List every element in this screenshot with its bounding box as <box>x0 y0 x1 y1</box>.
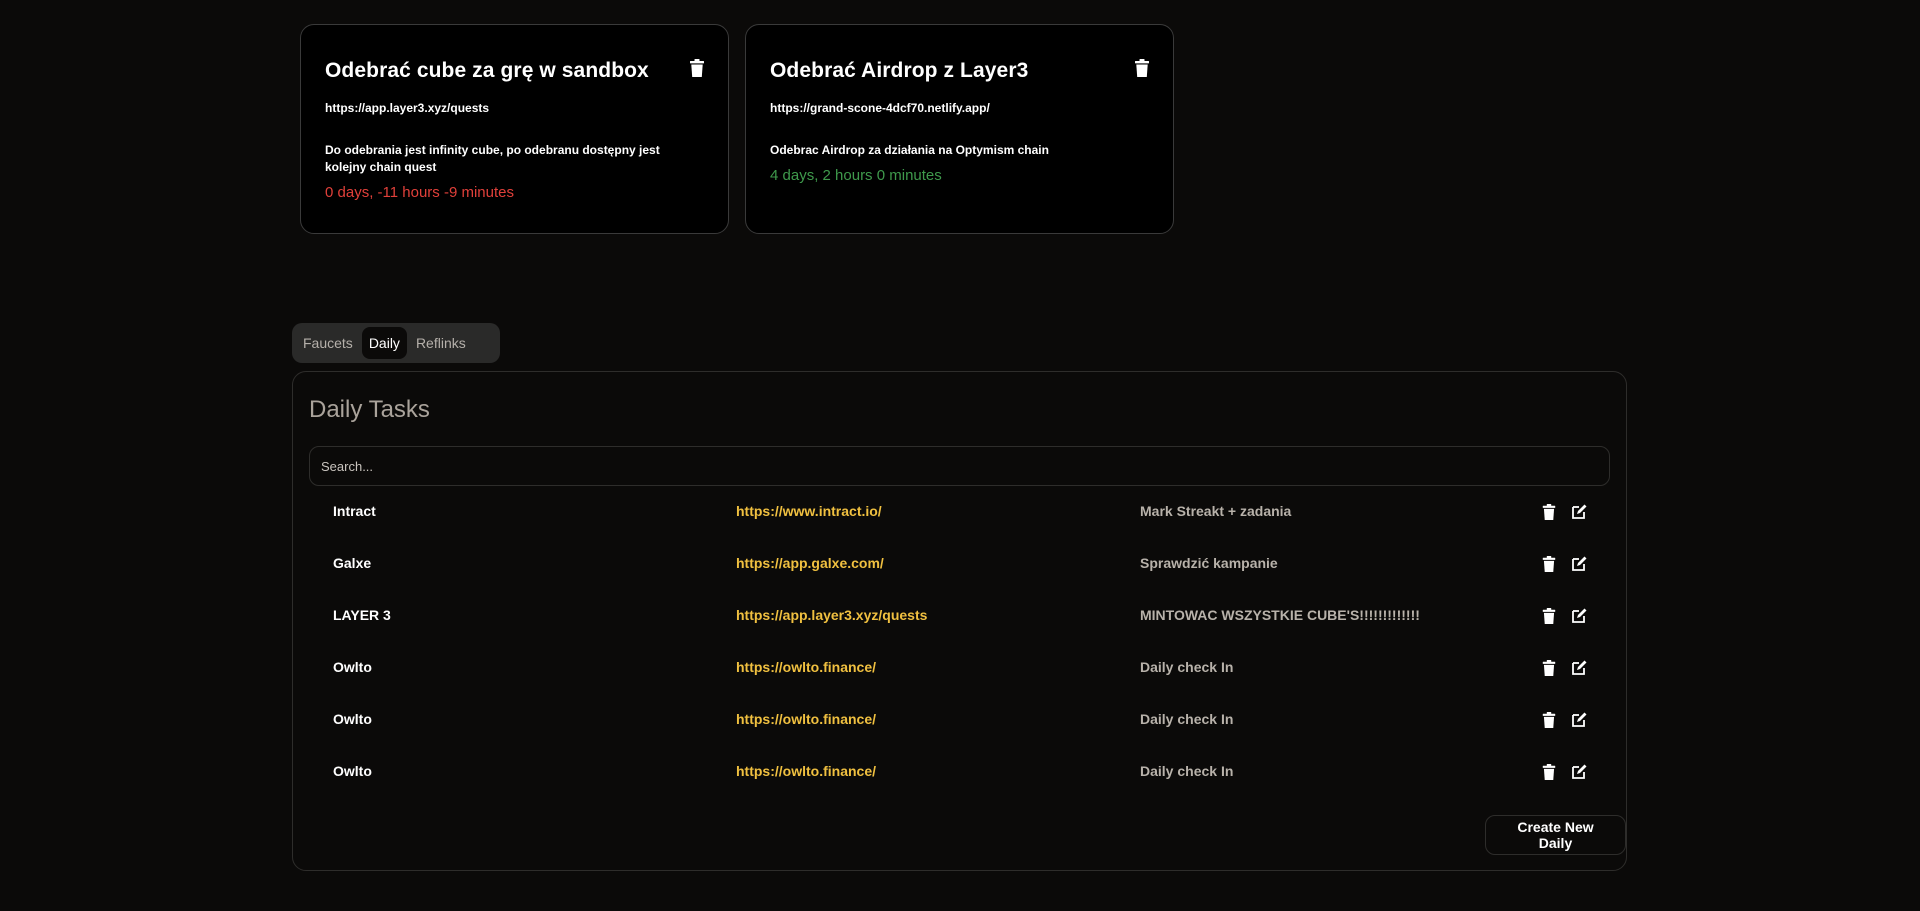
tab-faucets[interactable]: Faucets <box>296 327 360 359</box>
task-note: Daily check In <box>1140 659 1234 675</box>
daily-task-list: Intract https://www.intract.io/ Mark Str… <box>293 488 1626 800</box>
card-url: https://app.layer3.xyz/quests <box>325 101 490 115</box>
card-description: Odebrac Airdrop za działania na Optymism… <box>770 143 1049 157</box>
table-row: Intract https://www.intract.io/ Mark Str… <box>293 488 1626 540</box>
table-row: Owlto https://owlto.finance/ Daily check… <box>293 696 1626 748</box>
edit-icon[interactable] <box>1571 712 1587 728</box>
create-new-daily-button[interactable]: Create New Daily <box>1485 815 1626 855</box>
task-note: Sprawdzić kampanie <box>1140 555 1278 571</box>
task-note: Daily check In <box>1140 711 1234 727</box>
task-note: Daily check In <box>1140 763 1234 779</box>
card-title: Odebrać cube za grę w sandbox <box>325 59 649 82</box>
task-link[interactable]: https://owlto.finance/ <box>736 659 876 675</box>
card-description: Do odebrania jest infinity cube, po odeb… <box>325 143 660 174</box>
trash-icon[interactable] <box>1541 504 1557 520</box>
card-title: Odebrać Airdrop z Layer3 <box>770 59 1029 82</box>
reminder-card: Odebrać Airdrop z Layer3 https://grand-s… <box>745 24 1174 234</box>
tab-reflinks[interactable]: Reflinks <box>409 327 473 359</box>
search-input[interactable] <box>309 446 1610 486</box>
card-url: https://grand-scone-4dcf70.netlify.app/ <box>770 101 990 115</box>
table-row: LAYER 3 https://app.layer3.xyz/quests MI… <box>293 592 1626 644</box>
task-link[interactable]: https://owlto.finance/ <box>736 711 876 727</box>
table-row: Galxe https://app.galxe.com/ Sprawdzić k… <box>293 540 1626 592</box>
reminder-card: Odebrać cube za grę w sandbox https://ap… <box>300 24 729 234</box>
edit-icon[interactable] <box>1571 556 1587 572</box>
task-name: Owlto <box>333 659 372 675</box>
trash-icon[interactable] <box>690 59 704 77</box>
card-countdown: 4 days, 2 hours 0 minutes <box>770 167 942 184</box>
task-link[interactable]: https://app.galxe.com/ <box>736 555 884 571</box>
task-link[interactable]: https://app.layer3.xyz/quests <box>736 607 927 623</box>
task-name: Intract <box>333 503 376 519</box>
trash-icon[interactable] <box>1541 660 1557 676</box>
task-note: Mark Streakt + zadania <box>1140 503 1292 519</box>
trash-icon[interactable] <box>1541 712 1557 728</box>
task-name: Owlto <box>333 763 372 779</box>
tab-daily[interactable]: Daily <box>361 327 407 359</box>
edit-icon[interactable] <box>1571 504 1587 520</box>
trash-icon[interactable] <box>1541 764 1557 780</box>
panel-title: Daily Tasks <box>309 396 430 423</box>
table-row: Owlto https://owlto.finance/ Daily check… <box>293 644 1626 696</box>
task-note: MINTOWAC WSZYSTKIE CUBE'S!!!!!!!!!!!!! <box>1140 607 1420 623</box>
trash-icon[interactable] <box>1541 608 1557 624</box>
table-row: Owlto https://owlto.finance/ Daily check… <box>293 748 1626 800</box>
task-name: LAYER 3 <box>333 607 391 623</box>
trash-icon[interactable] <box>1135 59 1149 77</box>
edit-icon[interactable] <box>1571 608 1587 624</box>
edit-icon[interactable] <box>1571 764 1587 780</box>
edit-icon[interactable] <box>1571 660 1587 676</box>
task-link[interactable]: https://owlto.finance/ <box>736 763 876 779</box>
tab-bar: Faucets Daily Reflinks <box>292 323 500 363</box>
card-countdown: 0 days, -11 hours -9 minutes <box>325 184 514 201</box>
reminder-cards: Odebrać cube za grę w sandbox https://ap… <box>300 24 1174 234</box>
task-name: Owlto <box>333 711 372 727</box>
daily-tasks-panel: Daily Tasks Intract https://www.intract.… <box>292 371 1627 871</box>
task-link[interactable]: https://www.intract.io/ <box>736 503 882 519</box>
trash-icon[interactable] <box>1541 556 1557 572</box>
task-name: Galxe <box>333 555 372 571</box>
